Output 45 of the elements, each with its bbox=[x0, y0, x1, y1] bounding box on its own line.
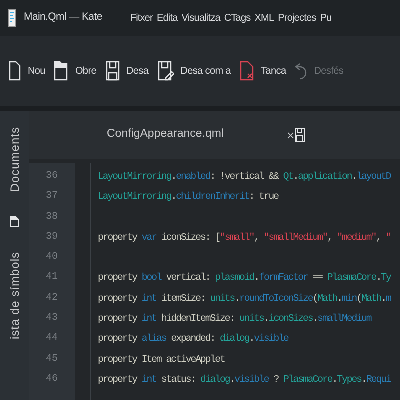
undo-icon bbox=[295, 61, 308, 81]
code-line: property Item activeApplet bbox=[98, 354, 225, 365]
line-number: 37 bbox=[44, 190, 59, 204]
menu-item[interactable]: CTags bbox=[224, 10, 251, 26]
sidebar-tab[interactable]: Documents bbox=[6, 127, 24, 192]
document-cross-icon bbox=[240, 61, 254, 81]
app-icon bbox=[8, 9, 16, 27]
line-number: 43 bbox=[44, 312, 59, 326]
document-icon bbox=[10, 216, 20, 228]
line-number: 40 bbox=[44, 251, 59, 266]
toolbar-button[interactable]: Tanca bbox=[239, 61, 288, 81]
code-line: property alias expanded: dialog.visible bbox=[98, 333, 288, 344]
code-line: property int hiddenItemSize: units.iconSizes.smallMedium bbox=[98, 313, 372, 324]
menu-item[interactable]: Projectes bbox=[278, 10, 316, 26]
toolbar-button[interactable]: Desa com a bbox=[156, 61, 232, 81]
line-number: 39 bbox=[44, 230, 59, 245]
close-button[interactable]: × bbox=[287, 128, 295, 142]
line-number: 44 bbox=[44, 332, 59, 346]
menu-item[interactable]: Visualitza bbox=[182, 10, 220, 26]
line-number: 36 bbox=[44, 170, 59, 184]
document-icon bbox=[9, 61, 21, 81]
folder-icon bbox=[54, 61, 68, 81]
code-line: property int status: dialog.visible ? PlasmaCore.Types.Requi bbox=[98, 374, 391, 385]
menu-item[interactable]: Fitxer bbox=[130, 10, 153, 26]
code-line: property var iconSizes: ["small", "smallMedium", "medium", " bbox=[98, 232, 391, 243]
toolbar-button[interactable]: Desa bbox=[104, 61, 150, 81]
floppy-pencil-icon bbox=[158, 61, 174, 81]
code-line: property int itemSize: units.roundToIconSize(Math.min(Math.m bbox=[98, 292, 391, 304]
code-line: property bool vertical: plasmoid.formFactor == PlasmaCore.Ty bbox=[98, 272, 391, 284]
menu-item[interactable]: Edita bbox=[156, 10, 178, 26]
toolbar-button[interactable]: Nou bbox=[8, 61, 46, 81]
floppy-disk-icon bbox=[106, 61, 120, 81]
line-number: 38 bbox=[44, 210, 59, 225]
line-number: 46 bbox=[44, 372, 59, 387]
tab-title[interactable]: ConfigAppearance.qml bbox=[107, 126, 224, 144]
sidebar-tab[interactable]: ista de símbols bbox=[6, 252, 24, 340]
code-line: LayoutMirroring.enabled: !vertical && Qt.application.layoutD bbox=[98, 171, 391, 182]
line-number: 45 bbox=[44, 352, 59, 367]
code-line: LayoutMirroring.childrenInherit: true bbox=[98, 191, 279, 202]
window-title: Main.Qml — Kate bbox=[24, 10, 102, 26]
toolbar-button[interactable]: Obre bbox=[53, 61, 98, 81]
line-number: 41 bbox=[44, 271, 59, 286]
menu-item[interactable]: Pu bbox=[320, 10, 332, 26]
menu-item[interactable]: XML bbox=[254, 10, 274, 26]
line-number: 42 bbox=[44, 292, 59, 306]
